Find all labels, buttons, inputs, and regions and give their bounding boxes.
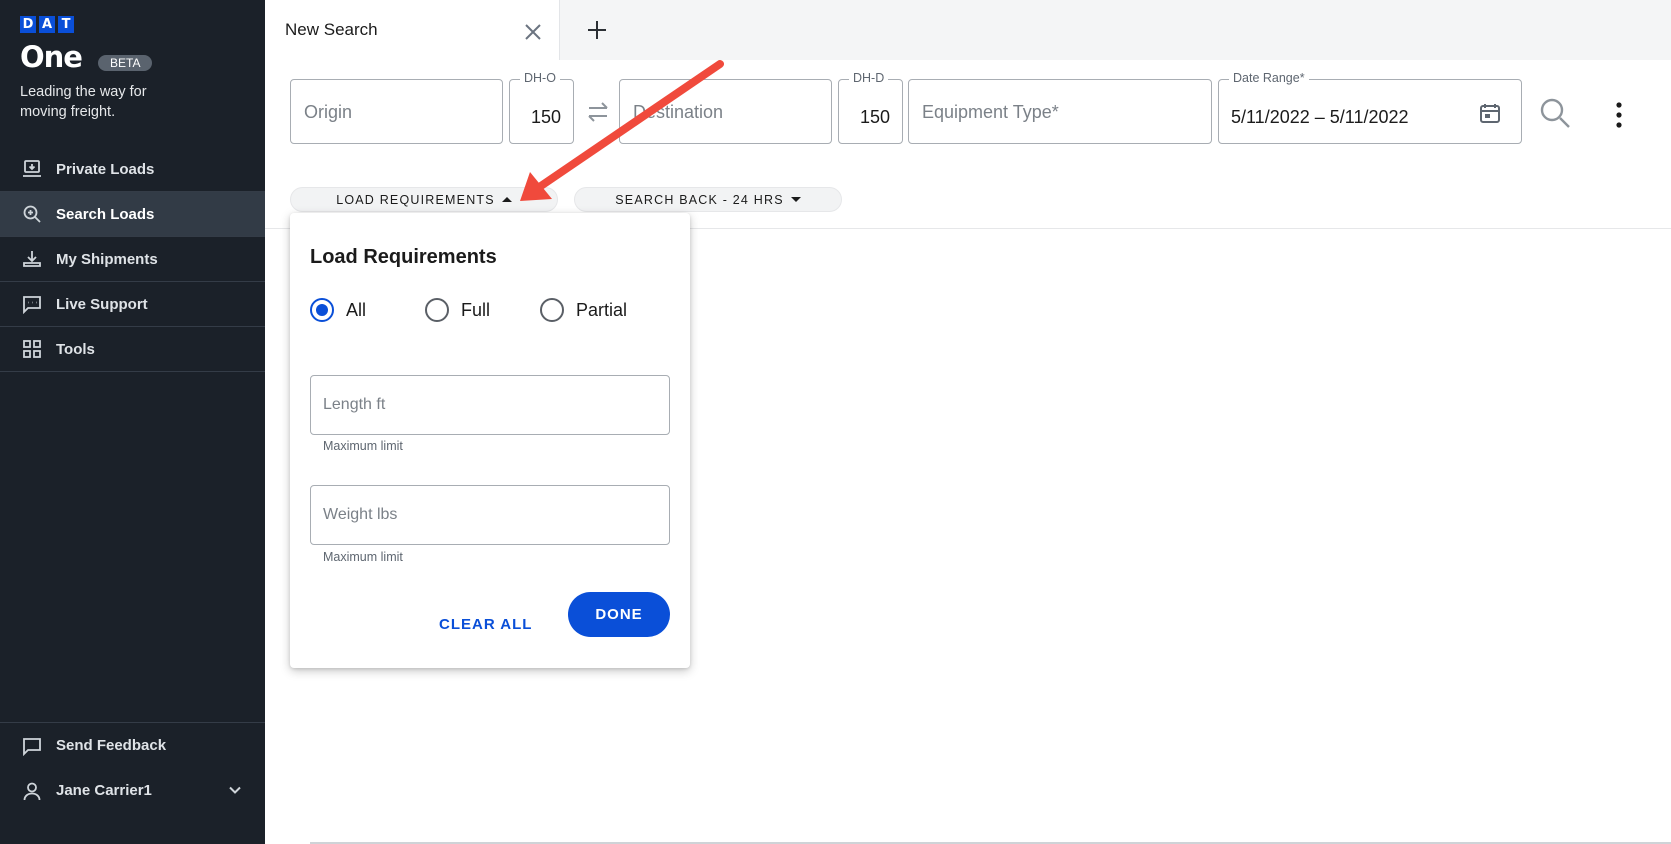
- done-button[interactable]: DONE: [568, 592, 670, 637]
- radio-full-circle[interactable]: [425, 298, 449, 322]
- radio-full-label: Full: [461, 299, 491, 320]
- dho-label: DH-O: [520, 71, 560, 85]
- length-input[interactable]: Length ft: [310, 375, 670, 435]
- radio-partial-circle[interactable]: [540, 298, 564, 322]
- weight-input[interactable]: Weight lbs: [310, 485, 670, 545]
- weight-placeholder: Weight lbs: [323, 506, 398, 523]
- radio-all[interactable]: All: [310, 298, 366, 322]
- chevron-down-icon[interactable]: [227, 782, 243, 798]
- swap-icon[interactable]: [585, 100, 611, 124]
- radio-partial[interactable]: Partial: [540, 298, 627, 322]
- logo-letter-a: A: [39, 16, 55, 33]
- tab-new-search[interactable]: New Search: [265, 0, 560, 60]
- product-name: One: [20, 40, 83, 74]
- sidebar-item-label: Live Support: [56, 295, 148, 313]
- dho-value: 150: [530, 107, 561, 127]
- equipment-type-input[interactable]: Equipment Type*: [908, 79, 1212, 144]
- origin-placeholder: Origin: [304, 102, 353, 122]
- add-tab-icon[interactable]: [585, 18, 609, 42]
- radio-all-label: All: [346, 299, 367, 320]
- tools-icon: [22, 339, 42, 359]
- load-requirements-popover: Load Requirements All Full Partial Lengt…: [290, 213, 690, 668]
- user-menu[interactable]: Jane Carrier1: [0, 768, 265, 813]
- close-icon[interactable]: [523, 22, 543, 42]
- caret-down-icon: [790, 197, 801, 202]
- sidebar-item-label: Search Loads: [56, 205, 155, 223]
- feedback-label: Send Feedback: [56, 737, 167, 754]
- dhd-label: DH-D: [849, 71, 889, 85]
- sidebar-item-label: My Shipments: [56, 250, 158, 268]
- feedback-icon: [22, 736, 42, 756]
- user-icon: [22, 781, 42, 801]
- radio-all-circle[interactable]: [310, 298, 334, 322]
- search-back-label: SEARCH BACK - 24 HRS: [615, 192, 784, 207]
- private-loads-icon: [22, 159, 42, 179]
- beta-badge: BETA: [98, 55, 153, 71]
- sidebar-bottom: Send Feedback Jane Carrier1: [0, 722, 265, 813]
- dho-input[interactable]: DH-O 150: [509, 71, 574, 144]
- logo-letter-d: D: [20, 16, 36, 33]
- sidebar-item-tools[interactable]: Tools: [0, 327, 265, 372]
- sidebar-item-my-shipments[interactable]: My Shipments: [0, 237, 265, 282]
- tab-title: New Search: [285, 20, 378, 39]
- date-range-value: 5/11/2022 – 5/11/2022: [1231, 107, 1409, 127]
- dhd-input[interactable]: DH-D 150: [838, 71, 903, 144]
- logo-letter-t: T: [58, 16, 74, 33]
- weight-helper: Maximum limit: [323, 550, 403, 564]
- sidebar-item-label: Private Loads: [56, 160, 155, 178]
- tagline: Leading the way for moving freight.: [20, 84, 147, 120]
- clear-all-button[interactable]: CLEAR ALL: [431, 605, 540, 645]
- sidebar-item-private-loads[interactable]: Private Loads: [0, 147, 265, 192]
- equipment-placeholder: Equipment Type*: [922, 102, 1059, 122]
- more-vert-icon[interactable]: [1611, 101, 1627, 129]
- main-content: New Search Origin DH-O 150 Destination D…: [265, 0, 1671, 844]
- radio-full[interactable]: Full: [425, 298, 490, 322]
- search-back-chip[interactable]: SEARCH BACK - 24 HRS: [574, 187, 842, 212]
- sidebar-item-live-support[interactable]: Live Support: [0, 282, 265, 327]
- destination-input[interactable]: Destination: [619, 79, 832, 144]
- sidebar-item-label: Tools: [56, 340, 95, 358]
- caret-up-icon: [501, 197, 512, 202]
- radio-partial-label: Partial: [576, 299, 628, 320]
- load-requirements-label: LOAD REQUIREMENTS: [336, 192, 495, 207]
- shipments-icon: [22, 249, 42, 269]
- sidebar: D A T One BETA Leading the way for movin…: [0, 0, 265, 844]
- dhd-value: 150: [859, 107, 890, 127]
- popover-title: Load Requirements: [310, 246, 497, 268]
- chat-icon: [22, 294, 42, 314]
- sidebar-nav: Private Loads Search Loads My Shipments …: [0, 147, 265, 372]
- user-name: Jane Carrier1: [56, 782, 152, 799]
- send-feedback-button[interactable]: Send Feedback: [0, 723, 265, 768]
- tab-bar: New Search: [265, 0, 1671, 60]
- sidebar-item-search-loads[interactable]: Search Loads: [0, 192, 265, 237]
- date-range-input[interactable]: Date Range* 5/11/2022 – 5/11/2022: [1218, 71, 1522, 144]
- search-icon[interactable]: [1539, 97, 1571, 129]
- load-requirements-chip[interactable]: LOAD REQUIREMENTS: [290, 187, 558, 212]
- length-placeholder: Length ft: [323, 396, 386, 413]
- origin-input[interactable]: Origin: [290, 79, 503, 144]
- date-range-label: Date Range*: [1229, 71, 1309, 85]
- length-helper: Maximum limit: [323, 439, 403, 453]
- destination-placeholder: Destination: [633, 102, 724, 122]
- dat-logo: D A T: [20, 16, 74, 33]
- search-loads-icon: [22, 204, 42, 224]
- calendar-icon[interactable]: [1479, 102, 1501, 124]
